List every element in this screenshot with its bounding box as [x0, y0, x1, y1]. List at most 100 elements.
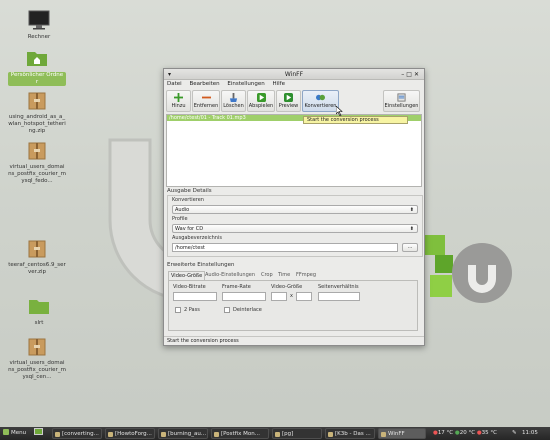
play-button[interactable]: Abspielen	[247, 90, 275, 112]
green-cubes-wallpaper	[425, 235, 512, 303]
taskbar-task[interactable]: [converting...	[52, 428, 102, 439]
menu-datei[interactable]: Datei	[167, 81, 182, 87]
deinterlace-checkbox[interactable]	[224, 307, 230, 313]
taskbar-task[interactable]: [K3b - Das ...	[325, 428, 375, 439]
taskbar-task[interactable]: [Postfix Mon...	[211, 428, 269, 439]
preview-icon	[284, 93, 293, 102]
video-height-input[interactable]	[296, 292, 312, 301]
profile-value: Wav for CD	[175, 226, 204, 232]
convert-type-label: Konvertieren	[172, 197, 204, 203]
settings-button[interactable]: Einstellungen	[383, 90, 420, 112]
clock[interactable]: 11:05	[522, 428, 538, 439]
tab-crop[interactable]: Crop	[259, 271, 275, 280]
window-menu-icon[interactable]: ▾	[168, 69, 171, 80]
desktop-icon-archive[interactable]: using_android_as_a_wlan_hotspot_tetherin…	[8, 88, 66, 135]
video-bitrate-label: Video-Bitrate	[173, 284, 206, 290]
profile-select[interactable]: Wav for CD ⬍	[172, 224, 418, 233]
desktop-icon-label: teeraf_centos6.9_server.zip	[8, 262, 66, 275]
add-button[interactable]: Hinzu	[166, 90, 191, 112]
window-titlebar[interactable]: ▾ WinFF –□✕	[164, 69, 424, 80]
video-width-input[interactable]	[271, 292, 287, 301]
desktop-icon-folder[interactable]: slrt	[10, 294, 68, 327]
two-pass-checkbox[interactable]	[175, 307, 181, 313]
temp-2: 20 °C	[459, 430, 476, 436]
window-controls: –□✕	[401, 69, 421, 80]
convert-type-value: Audio	[175, 207, 190, 213]
home-folder-icon	[27, 52, 47, 66]
advanced-settings-label: Erweiterte Einstellungen	[167, 262, 235, 268]
frame-rate-label: Frame-Rate	[222, 284, 251, 290]
start-menu-label: Menu	[11, 430, 27, 436]
taskbar-task[interactable]: [HowtoForg...	[105, 428, 155, 439]
output-dir-input[interactable]: /home/ctest	[172, 243, 398, 252]
archive-icon	[28, 92, 46, 110]
tab-video-size[interactable]: Video-Größe	[168, 271, 206, 280]
wrench-icon: ✎	[512, 430, 517, 436]
window-title: WinFF	[284, 71, 304, 78]
video-bitrate-input[interactable]	[173, 292, 217, 301]
aspect-ratio-label: Seitenverhältnis	[318, 284, 359, 290]
tab-time[interactable]: Time	[276, 271, 292, 280]
monitor-icon	[28, 10, 50, 30]
aspect-ratio-input[interactable]	[318, 292, 360, 301]
remove-button[interactable]: Entfernen	[192, 90, 220, 112]
desktop-icon-archive[interactable]: virtual_users_domains_postfix_courier_my…	[8, 138, 66, 185]
temp-3: 35 °C	[481, 430, 497, 436]
close-icon[interactable]: ✕	[414, 71, 421, 78]
desktop-icon-label: virtual_users_domains_postfix_courier_my…	[8, 360, 66, 380]
clear-button[interactable]: Löschen	[221, 90, 246, 112]
desktop-icon-archive[interactable]: virtual_users_domains_postfix_courier_my…	[8, 334, 66, 381]
profile-label: Profile	[172, 216, 188, 222]
taskbar-task-active[interactable]: WinFF	[378, 428, 426, 439]
menu-einstellungen[interactable]: Einstellungen	[227, 81, 264, 87]
mouse-cursor-icon	[336, 106, 343, 116]
desktop-icon-label: using_android_as_a_wlan_hotspot_tetherin…	[8, 114, 66, 134]
remove-button-label: Entfernen	[193, 103, 219, 109]
desktop-icon-computer[interactable]: Rechner	[10, 8, 68, 41]
add-button-label: Hinzu	[171, 103, 186, 109]
menu-hilfe[interactable]: Hilfe	[272, 81, 285, 87]
tab-ffmpeg[interactable]: FFmpeg	[294, 271, 318, 280]
play-icon	[256, 93, 266, 102]
updown-arrow-icon: ⬍	[409, 226, 414, 232]
maximize-icon[interactable]: □	[406, 71, 414, 78]
output-dir-label: Ausgabeverzeichnis	[172, 235, 222, 241]
plus-icon	[174, 93, 183, 102]
toolbar: Hinzu Entfernen Löschen Abspielen Previe…	[164, 89, 424, 113]
archive-icon	[28, 338, 46, 356]
show-desktop-icon[interactable]	[34, 428, 43, 439]
two-pass-label: 2 Pass	[184, 307, 200, 313]
updown-arrow-icon: ⬍	[409, 207, 414, 213]
taskbar: Menu [converting... [HowtoForg... [burni…	[0, 427, 550, 440]
taskbar-task[interactable]: [pg]	[272, 428, 322, 439]
convert-type-select[interactable]: Audio ⬍	[172, 205, 418, 214]
preview-button[interactable]: Preview	[276, 90, 301, 112]
video-size-label: Video-Größe	[271, 284, 303, 290]
system-tray[interactable]: ✎	[512, 428, 517, 439]
menu-bearbeiten[interactable]: Bearbeiten	[189, 81, 219, 87]
size-separator: x	[290, 293, 293, 299]
start-menu-button[interactable]: Menu	[3, 428, 26, 439]
folder-icon	[29, 300, 49, 314]
archive-icon	[28, 142, 46, 160]
desktop-icon-home-folder[interactable]: Persönlicher Ordner	[8, 46, 66, 86]
desktop-icon-archive[interactable]: teeraf_centos6.9_server.zip	[8, 236, 66, 276]
status-bar: Start the conversion process	[164, 336, 424, 345]
broom-icon	[229, 93, 238, 102]
minus-icon	[201, 96, 211, 99]
frame-rate-input[interactable]	[222, 292, 266, 301]
convert-button-label: Konvertieren	[304, 103, 337, 109]
tab-audio-settings[interactable]: Audio-Einstellungen	[203, 271, 257, 280]
convert-button[interactable]: Konvertieren	[302, 90, 339, 112]
temperature-indicator: ●17 °C ●20 °C ●35 °C	[433, 428, 497, 439]
taskbar-task[interactable]: [burning_au...	[158, 428, 208, 439]
play-button-label: Abspielen	[248, 103, 274, 109]
browse-button[interactable]: ...	[402, 243, 418, 252]
convert-icon	[316, 94, 325, 101]
archive-icon	[28, 240, 46, 258]
temp-1: 17 °C	[437, 430, 454, 436]
file-list[interactable]: /home/ctest/01 - Track 01.mp3	[166, 114, 422, 187]
convert-tooltip: Start the conversion process	[303, 116, 408, 124]
preview-button-label: Preview	[278, 103, 299, 109]
video-size-panel: Video-Bitrate Frame-Rate Video-Größe x S…	[168, 280, 418, 331]
